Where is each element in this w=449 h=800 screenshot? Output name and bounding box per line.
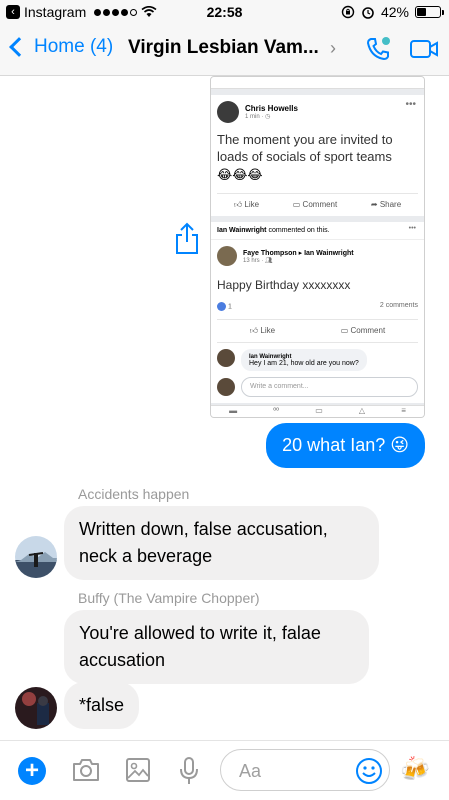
shared-screenshot-image[interactable]: ••• Chris Howells 1 min · ◷ The moment y…: [210, 76, 425, 418]
beers-emoji-button[interactable]: 🍻: [400, 755, 430, 784]
thumbs-up-icon: 👍︎: [249, 326, 259, 335]
facebook-tab-bar: ▬ ºº ▭ △ ≡: [211, 405, 424, 417]
avatar: [217, 246, 237, 266]
back-button[interactable]: Home (4): [8, 36, 113, 58]
like-action: 👍︎ Like: [233, 200, 260, 209]
facebook-post: Faye Thompson ▸ Ian Wainwright 13 hrs · …: [211, 240, 424, 403]
post-author: Faye Thompson ▸ Ian Wainwright: [243, 249, 354, 257]
avatar[interactable]: [15, 687, 57, 729]
comment-action: ▭ Comment: [340, 326, 386, 335]
marketplace-icon: ▭: [315, 406, 323, 415]
incoming-message[interactable]: Written down, false accusation, neck a b…: [64, 506, 379, 580]
facebook-post: ••• Chris Howells 1 min · ◷ The moment y…: [211, 95, 424, 216]
more-options-icon: •••: [408, 225, 416, 232]
rotation-lock-icon: [341, 5, 355, 19]
write-comment-field: Write a comment...: [241, 377, 418, 397]
comment-text: Hey I am 21, how old are you now?: [249, 360, 359, 367]
alarm-icon: [362, 7, 374, 19]
header-actions: [365, 36, 439, 62]
share-arrow-icon: ➦: [370, 200, 378, 209]
conversation-title[interactable]: Virgin Lesbian Vam...: [128, 37, 328, 59]
thumbs-up-icon: 👍︎: [233, 200, 243, 209]
comment-action: ▭ Comment: [292, 200, 338, 209]
emoji-icon[interactable]: [355, 757, 383, 785]
image-gallery-icon[interactable]: [125, 756, 151, 784]
share-action: ➦ Share: [370, 200, 402, 209]
outgoing-message[interactable]: 20 what Ian? 😜: [266, 423, 425, 468]
menu-icon: ≡: [401, 406, 406, 415]
avatar[interactable]: [15, 536, 57, 578]
incoming-message[interactable]: You're allowed to write it, falae accusa…: [64, 610, 369, 684]
post-text: The moment you are invited to loads of s…: [217, 132, 393, 164]
post-meta: 1 min · ◷: [245, 114, 271, 120]
chevron-right-icon[interactable]: ›: [330, 38, 336, 59]
comment: Ian Wainwright Hey I am 21, how old are …: [217, 349, 418, 371]
post-actions: 👍︎ Like ▭ Comment ➦ Share: [217, 193, 418, 210]
sender-name: Accidents happen: [78, 486, 190, 502]
post-author: Chris Howells: [245, 104, 298, 113]
chevron-left-icon: [9, 37, 29, 57]
comment-icon: ▭: [340, 326, 349, 335]
news-feed-icon: ▬: [229, 406, 238, 415]
globe-icon: ◷: [265, 114, 271, 120]
back-label: Home (4): [34, 36, 114, 57]
microphone-icon[interactable]: [178, 756, 200, 786]
more-actions-button[interactable]: +: [18, 757, 46, 785]
message-placeholder: Aa: [239, 761, 262, 781]
like-badge-icon: [217, 302, 226, 311]
avatar: [217, 349, 235, 367]
avatar: [217, 101, 239, 123]
incoming-message[interactable]: *false: [64, 682, 140, 729]
post-actions: 👍︎ Like ▭ Comment: [217, 319, 418, 343]
sender-name: Buffy (The Vampire Chopper): [78, 590, 260, 606]
groups-icon: ºº: [273, 406, 280, 415]
video-call-icon[interactable]: [409, 36, 439, 62]
camera-icon[interactable]: [71, 756, 101, 784]
post-text: Happy Birthday xxxxxxxx: [217, 278, 351, 292]
notifications-icon: △: [358, 406, 366, 415]
activity-line: Ian Wainwright commented on this. •••: [211, 222, 424, 240]
status-right: 42%: [341, 4, 444, 20]
more-options-icon: •••: [405, 99, 416, 110]
battery-icon: [415, 6, 444, 18]
battery-level: [417, 8, 427, 16]
post-meta: 13 hrs · 👥︎: [243, 257, 273, 264]
conversation-header: Home (4) Virgin Lesbian Vam... ›: [0, 24, 449, 76]
status-bar: ‹ Instagram 22:58 42%: [0, 0, 449, 24]
write-comment-row: Write a comment...: [217, 377, 418, 397]
battery-percent: 42%: [380, 4, 409, 20]
friends-icon: 👥︎: [265, 257, 273, 264]
phone-call-icon[interactable]: [365, 36, 391, 62]
previous-post-strip: [211, 77, 424, 89]
like-action: 👍︎ Like: [249, 326, 276, 335]
reaction-counts: 1 2 comments: [217, 302, 418, 311]
message-composer: + Aa 🍻: [0, 740, 449, 800]
share-icon[interactable]: [174, 222, 200, 256]
comment-icon: ▭: [292, 200, 301, 209]
message-input[interactable]: Aa: [220, 749, 390, 791]
post-emojis: 😂😂😂: [217, 167, 263, 182]
avatar: [217, 378, 235, 396]
